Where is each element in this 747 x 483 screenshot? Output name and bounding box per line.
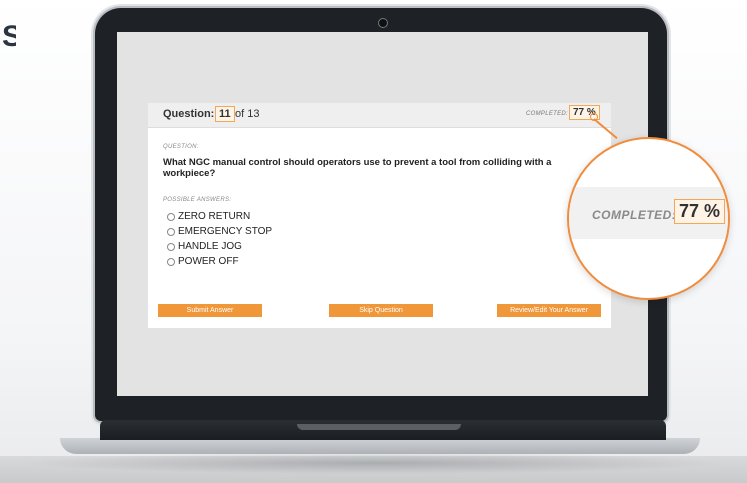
radio-button[interactable] [167,212,175,221]
completed-magnifier-callout: COMPLETED: 77 % [567,137,730,300]
corner-text-fragment: S [2,22,16,52]
laptop-shadow [20,452,727,474]
question-label: Question: [163,108,215,120]
laptop-base [0,420,747,483]
question-total: of 13 [235,108,260,120]
answer-label: EMERGENCY STOP [178,226,273,237]
magnified-completed-label: COMPLETED: [592,208,677,222]
magnified-completed-percentage: 77 % [674,199,726,224]
laptop-base-lip [60,438,700,454]
answers-section-label: POSSIBLE ANSWERS: [163,197,232,203]
radio-button[interactable] [167,242,175,251]
webcam-icon [378,18,388,28]
answer-label: ZERO RETURN [178,211,251,222]
quiz-card: Question: 11 of 13 COMPLETED: 77 % QUEST… [148,103,611,328]
laptop-base-deck [100,420,666,440]
submit-answer-button[interactable]: Submit Answer [158,304,262,317]
answer-option-zero-return[interactable]: ZERO RETURN [167,211,250,222]
answer-label: HANDLE JOG [178,241,242,252]
radio-button[interactable] [167,227,175,236]
skip-question-button[interactable]: Skip Question [329,304,433,317]
answer-option-handle-jog[interactable]: HANDLE JOG [167,241,242,252]
current-question-number: 11 [215,106,235,122]
question-section-label: QUESTION: [163,144,199,150]
completed-label: COMPLETED: [526,111,569,117]
answer-option-power-off[interactable]: POWER OFF [167,256,239,267]
quiz-header: Question: 11 of 13 COMPLETED: 77 % [148,103,611,128]
review-edit-answer-button[interactable]: Review/Edit Your Answer [497,304,601,317]
radio-button[interactable] [167,257,175,266]
answer-option-emergency-stop[interactable]: EMERGENCY STOP [167,226,272,237]
answer-label: POWER OFF [178,256,239,267]
question-text: What NGC manual control should operators… [163,157,552,179]
laptop-hinge-notch [297,424,461,430]
